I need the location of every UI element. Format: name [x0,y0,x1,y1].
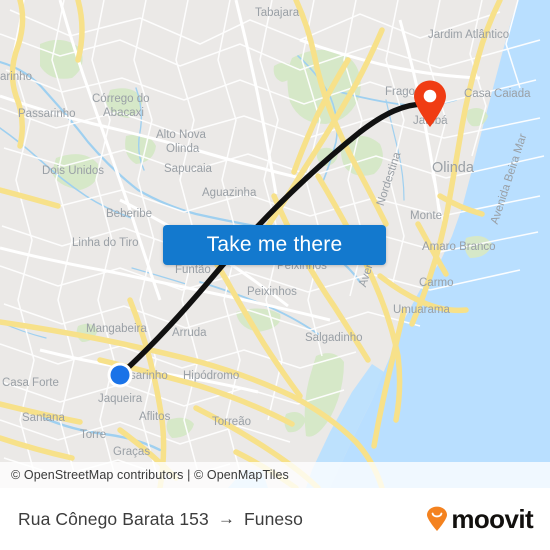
map-label: Aguazinha [202,187,257,199]
origin-marker[interactable] [107,362,133,388]
map-label: Peixinhos [247,286,297,298]
map-label: Arruda [172,327,207,339]
arrow-icon: → [217,509,235,528]
map-label: Umuarama [393,304,450,316]
map-label: Casa Caiada [464,88,531,100]
map-label: Santana [22,412,65,424]
map-label: Amaro Branco [422,241,496,253]
trip-origin: Rua Cônego Barata 153 [18,508,209,529]
trip-footer: Rua Cônego Barata 153 → Funeso moovit [0,488,550,550]
map-label: Alto Nova [156,129,206,141]
moovit-trip-screen: Tabajara Jardim Atlântico arinho Córrego do… [0,0,550,550]
map-label: Carmo [419,277,454,289]
trip-destination: Funeso [243,508,303,529]
map-label: Olinda [166,143,200,155]
pin-hole [423,89,437,103]
trip-summary: Rua Cônego Barata 153 → Funeso [18,509,303,530]
map-label: Hipódromo [183,370,239,382]
origin-dot-core [110,365,130,385]
map-label: Tabajara [255,7,300,19]
destination-marker[interactable] [412,80,448,128]
take-me-there-button[interactable]: Take me there [163,225,386,265]
map-label: Funtão [175,264,211,276]
map-label: Dois Unidos [42,165,104,177]
map-label: Abacaxi [103,107,144,119]
moovit-pin-icon [427,506,448,531]
map-label: Beberibe [106,208,152,220]
map-label: Jaqueira [98,393,143,405]
map-label: Olinda [432,160,475,176]
map-label: Mangabeira [86,323,147,335]
map-label: Córrego do [92,93,150,105]
map-label: Monte [410,210,442,222]
map-label: arinho [0,71,32,83]
pin-shape [414,80,446,127]
map-label: Linha do Tiro [72,237,139,249]
map-label: Casa Forte [2,377,59,389]
map-label: Jardim Atlântico [428,29,509,41]
moovit-logo[interactable]: moovit [425,504,534,534]
map-label: Graças [113,446,150,458]
map-label: Sapucaia [164,163,213,175]
map-label: Salgadinho [305,332,363,344]
map-label: Torreão [212,416,251,428]
map-label: Aflitos [139,411,171,423]
moovit-wordmark: moovit [451,504,533,534]
map-canvas[interactable]: Tabajara Jardim Atlântico arinho Córrego do… [0,0,550,488]
map-label: Torre [80,429,106,441]
map-label: Passarinho [18,108,76,120]
map-label: sarinho [130,370,168,382]
